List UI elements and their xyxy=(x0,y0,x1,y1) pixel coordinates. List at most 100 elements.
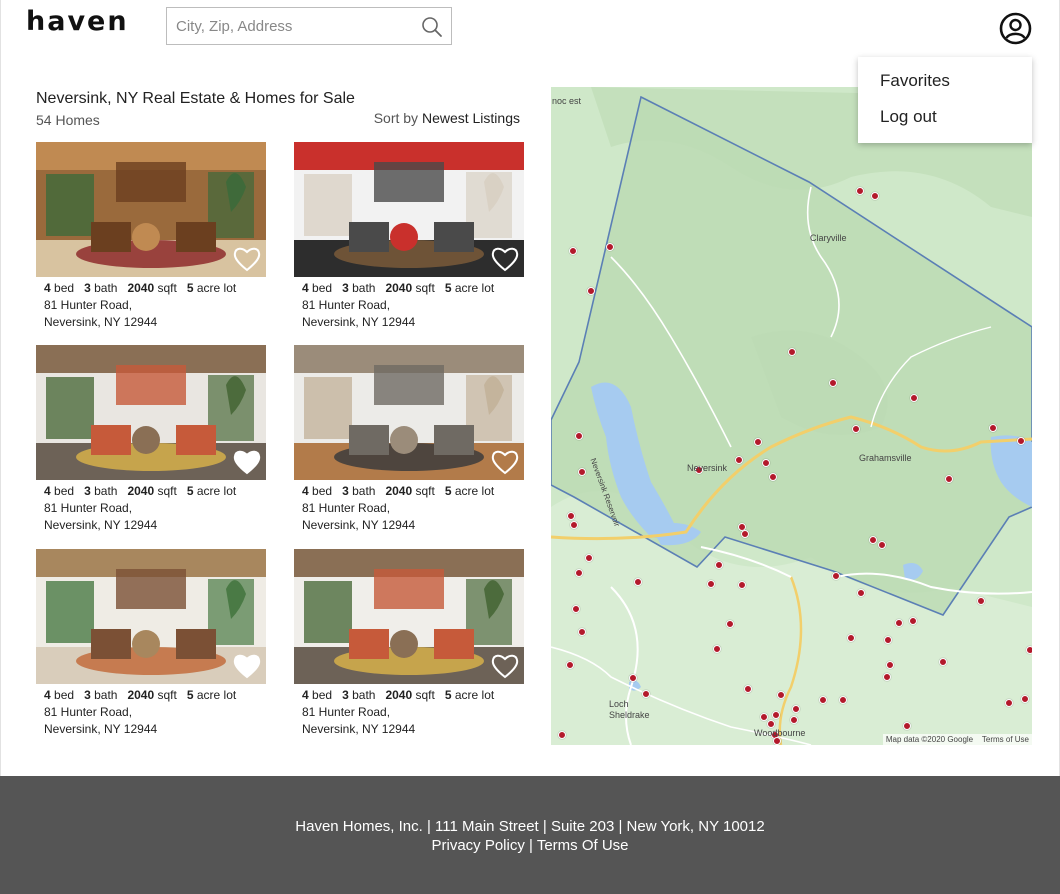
map-marker[interactable] xyxy=(570,521,578,529)
map-marker[interactable] xyxy=(895,619,903,627)
listing-photo[interactable] xyxy=(36,549,266,684)
map-marker[interactable] xyxy=(578,468,586,476)
listing-card[interactable]: 4 bed 3 bath 2040 sqft 5 acre lot 81 Hunter … xyxy=(294,345,524,545)
map-marker[interactable] xyxy=(989,424,997,432)
map-marker[interactable] xyxy=(575,432,583,440)
map-marker[interactable] xyxy=(839,696,847,704)
map-marker[interactable] xyxy=(909,617,917,625)
map-marker[interactable] xyxy=(1026,646,1032,654)
map-marker[interactable] xyxy=(945,475,953,483)
map-marker[interactable] xyxy=(587,287,595,295)
map-marker[interactable] xyxy=(738,581,746,589)
menu-item-logout[interactable]: Log out xyxy=(880,107,937,127)
heart-icon[interactable] xyxy=(232,652,262,680)
map-marker[interactable] xyxy=(1017,437,1025,445)
heart-icon[interactable] xyxy=(490,245,520,273)
heart-icon[interactable] xyxy=(232,448,262,476)
map-marker[interactable] xyxy=(744,685,752,693)
map-marker[interactable] xyxy=(939,658,947,666)
privacy-policy-link[interactable]: Privacy Policy xyxy=(431,837,524,854)
map-marker[interactable] xyxy=(883,673,891,681)
listing-photo[interactable] xyxy=(36,345,266,480)
listing-card[interactable]: 4 bed 3 bath 2040 sqft 5 acre lot 81 Hunter … xyxy=(36,549,266,749)
map-marker[interactable] xyxy=(777,691,785,699)
listing-address-line1: 81 Hunter Road, xyxy=(44,705,133,719)
listing-card[interactable]: 4 bed 3 bath 2040 sqft 5 acre lot 81 Hunter … xyxy=(36,142,266,342)
listing-specs: 4 bed 3 bath 2040 sqft 5 acre lot xyxy=(302,484,494,498)
map-marker[interactable] xyxy=(715,561,723,569)
map-marker[interactable] xyxy=(726,620,734,628)
map-marker[interactable] xyxy=(1005,699,1013,707)
listing-photo[interactable] xyxy=(294,549,524,684)
map-marker[interactable] xyxy=(572,605,580,613)
logo[interactable]: haven xyxy=(26,6,129,37)
map-marker[interactable] xyxy=(869,536,877,544)
listing-card[interactable]: 4 bed 3 bath 2040 sqft 5 acre lot 81 Hunter … xyxy=(36,345,266,545)
map-marker[interactable] xyxy=(713,645,721,653)
map-marker[interactable] xyxy=(634,578,642,586)
map-marker[interactable] xyxy=(819,696,827,704)
home-count: 54 Homes xyxy=(36,112,100,128)
map-marker[interactable] xyxy=(788,348,796,356)
map-marker[interactable] xyxy=(910,394,918,402)
map-marker[interactable] xyxy=(903,722,911,730)
listing-photo[interactable] xyxy=(36,142,266,277)
heart-icon[interactable] xyxy=(490,448,520,476)
map-marker[interactable] xyxy=(852,425,860,433)
map-marker[interactable] xyxy=(792,705,800,713)
map-marker[interactable] xyxy=(1021,695,1029,703)
map-marker[interactable] xyxy=(977,597,985,605)
map-marker[interactable] xyxy=(606,243,614,251)
map-marker[interactable] xyxy=(769,473,777,481)
listing-address-line2: Neversink, NY 12944 xyxy=(44,315,158,329)
listing-card[interactable]: 4 bed 3 bath 2040 sqft 5 acre lot 81 Hunter … xyxy=(294,142,524,342)
map-marker[interactable] xyxy=(569,247,577,255)
map-marker[interactable] xyxy=(741,530,749,538)
map-marker[interactable] xyxy=(567,512,575,520)
map-marker[interactable] xyxy=(857,589,865,597)
map-marker[interactable] xyxy=(767,720,775,728)
map-marker[interactable] xyxy=(566,661,574,669)
map-terms-link[interactable]: Terms of Use xyxy=(982,735,1029,744)
lot-label: acre lot xyxy=(454,484,495,498)
map-marker[interactable] xyxy=(878,541,886,549)
map-marker[interactable] xyxy=(642,690,650,698)
listing-photo[interactable] xyxy=(294,142,524,277)
map[interactable]: noc est Claryville Neversink Grahamsvill… xyxy=(551,87,1032,745)
map-marker[interactable] xyxy=(762,459,770,467)
map-marker[interactable] xyxy=(871,192,879,200)
map-marker[interactable] xyxy=(629,674,637,682)
map-marker[interactable] xyxy=(829,379,837,387)
listing-card[interactable]: 4 bed 3 bath 2040 sqft 5 acre lot 81 Hunter … xyxy=(294,549,524,749)
map-marker[interactable] xyxy=(754,438,762,446)
lot-size: 5 xyxy=(186,484,194,498)
map-place-label: Claryville xyxy=(810,233,847,243)
heart-icon[interactable] xyxy=(490,652,520,680)
sqft-label: sqft xyxy=(157,484,177,498)
map-marker[interactable] xyxy=(707,580,715,588)
map-marker[interactable] xyxy=(832,572,840,580)
account-circle-icon[interactable] xyxy=(999,12,1032,45)
search-input[interactable] xyxy=(167,8,417,44)
map-marker[interactable] xyxy=(886,661,894,669)
map-marker[interactable] xyxy=(735,456,743,464)
map-marker[interactable] xyxy=(760,713,768,721)
map-marker[interactable] xyxy=(575,569,583,577)
map-marker[interactable] xyxy=(578,628,586,636)
menu-item-favorites[interactable]: Favorites xyxy=(880,71,950,91)
map-marker[interactable] xyxy=(847,634,855,642)
map-marker[interactable] xyxy=(585,554,593,562)
bath-count: 3 xyxy=(342,688,349,702)
map-marker[interactable] xyxy=(790,716,798,724)
terms-of-use-link[interactable]: Terms Of Use xyxy=(537,837,629,854)
map-marker[interactable] xyxy=(884,636,892,644)
search-icon[interactable] xyxy=(421,16,443,38)
listing-photo[interactable] xyxy=(294,345,524,480)
map-marker[interactable] xyxy=(558,731,566,739)
map-marker[interactable] xyxy=(856,187,864,195)
map-marker[interactable] xyxy=(772,711,780,719)
heart-icon[interactable] xyxy=(232,245,262,273)
map-marker[interactable] xyxy=(773,737,781,745)
map-attribution: Map data ©2020 Google Terms of Use xyxy=(882,734,1032,745)
sort-dropdown[interactable]: Newest Listings xyxy=(422,110,520,126)
